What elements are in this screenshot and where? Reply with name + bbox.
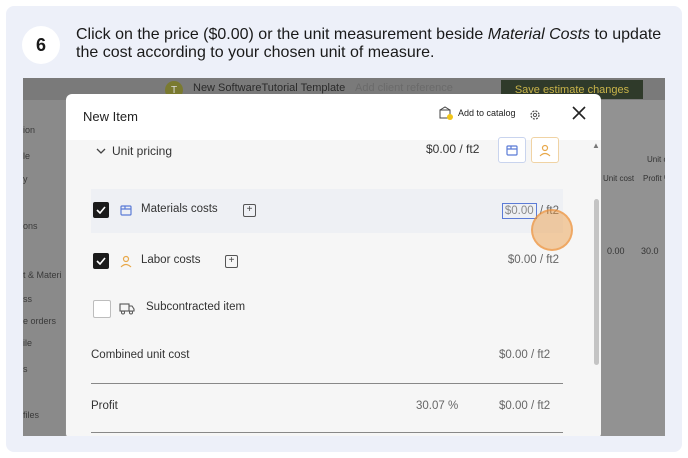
bg-col-header: Unit cost <box>603 174 635 183</box>
app-screenshot: T New SoftwareTutorial Template Add clie… <box>23 78 665 436</box>
bg-nav-item: s <box>23 364 28 374</box>
divider <box>91 432 563 433</box>
bg-nav-item: t & Materi <box>23 270 62 280</box>
bg-nav-item: ion <box>23 125 36 135</box>
step-number-badge: 6 <box>22 26 60 64</box>
bg-cell: 0.00 <box>607 246 625 256</box>
combined-unit-cost-label: Combined unit cost <box>91 349 190 361</box>
unit-pricing-total: $0.00 / ft2 <box>426 142 480 156</box>
combined-unit-cost-value: $0.00 / ft2 <box>499 349 551 361</box>
materials-costs-row: Materials costs + $0.00 / ft2 <box>91 189 563 233</box>
labor-costs-row: Labor costs + $0.00 / ft2 <box>91 240 563 284</box>
worker-icon <box>120 255 132 268</box>
bg-nav-item: files <box>23 410 40 420</box>
materials-costs-label: Materials costs <box>141 203 218 215</box>
modal-title: New Item <box>83 109 138 124</box>
material-toggle-button[interactable] <box>498 137 526 163</box>
instruction-text-before: Click on the price ($0.00) or the unit m… <box>76 26 488 43</box>
click-highlight-marker <box>531 209 573 251</box>
labor-price-field[interactable]: $0.00 / ft2 <box>508 254 559 266</box>
background-project-title: New SoftwareTutorial Template <box>193 82 346 94</box>
bg-nav-item: le <box>23 151 31 161</box>
subcontracted-label: Subcontracted item <box>146 301 246 313</box>
scroll-up-icon[interactable]: ▲ <box>592 141 600 150</box>
unit-pricing-label: Unit pricing <box>112 144 173 158</box>
materials-checkbox[interactable] <box>93 202 109 218</box>
profit-percent[interactable]: 30.07 % <box>416 400 458 412</box>
step-instruction: Click on the price ($0.00) or the unit m… <box>76 26 676 62</box>
profit-value[interactable]: $0.00 / ft2 <box>499 400 550 412</box>
background-reference-input: Add client reference <box>355 82 453 94</box>
worker-icon <box>539 144 551 157</box>
materials-price-input[interactable]: $0.00 <box>501 203 537 219</box>
catalog-box-icon <box>439 106 453 120</box>
labor-checkbox[interactable] <box>93 253 109 269</box>
bg-nav-item: ile <box>23 338 33 348</box>
labor-costs-label: Labor costs <box>141 254 201 266</box>
profit-label: Profit <box>91 400 118 412</box>
background-table: Unit c Unit cost Profit % 0.00 30.0 <box>601 100 665 436</box>
divider <box>91 383 563 384</box>
subcontracted-checkbox[interactable] <box>93 300 111 318</box>
add-material-button[interactable]: + <box>243 204 256 217</box>
material-box-icon <box>120 205 132 216</box>
checkmark-icon <box>96 257 106 265</box>
bg-col-header: Unit c <box>647 155 665 164</box>
add-labor-button[interactable]: + <box>225 255 238 268</box>
checkmark-icon <box>96 206 106 214</box>
truck-icon <box>119 303 135 315</box>
add-to-catalog-label: Add to catalog <box>458 108 516 118</box>
scrollbar[interactable] <box>594 199 599 365</box>
labor-toggle-button[interactable] <box>531 137 559 163</box>
bg-nav-item: ons <box>23 221 38 231</box>
new-item-modal: New Item Add to catalog ▲ Unit pricing $… <box>66 94 601 436</box>
bg-col-header: Profit % <box>643 174 665 183</box>
bg-nav-item: ss <box>23 294 32 304</box>
background-sidebar: ion le y ons t & Materi ss e orders ile … <box>23 100 65 436</box>
add-to-catalog-button[interactable]: Add to catalog <box>438 106 516 120</box>
bg-nav-item: e orders <box>23 316 57 326</box>
unit-pricing-toggle[interactable]: Unit pricing <box>96 144 172 158</box>
subcontracted-row: Subcontracted item <box>91 287 563 331</box>
gear-icon[interactable] <box>528 108 542 122</box>
instruction-text-emphasis: Material Costs <box>487 26 591 43</box>
bg-cell: 30.0 <box>641 246 659 256</box>
bg-nav-item: y <box>23 174 28 184</box>
material-box-icon <box>506 145 518 156</box>
close-icon[interactable] <box>570 104 588 122</box>
chevron-down-icon <box>96 148 106 154</box>
